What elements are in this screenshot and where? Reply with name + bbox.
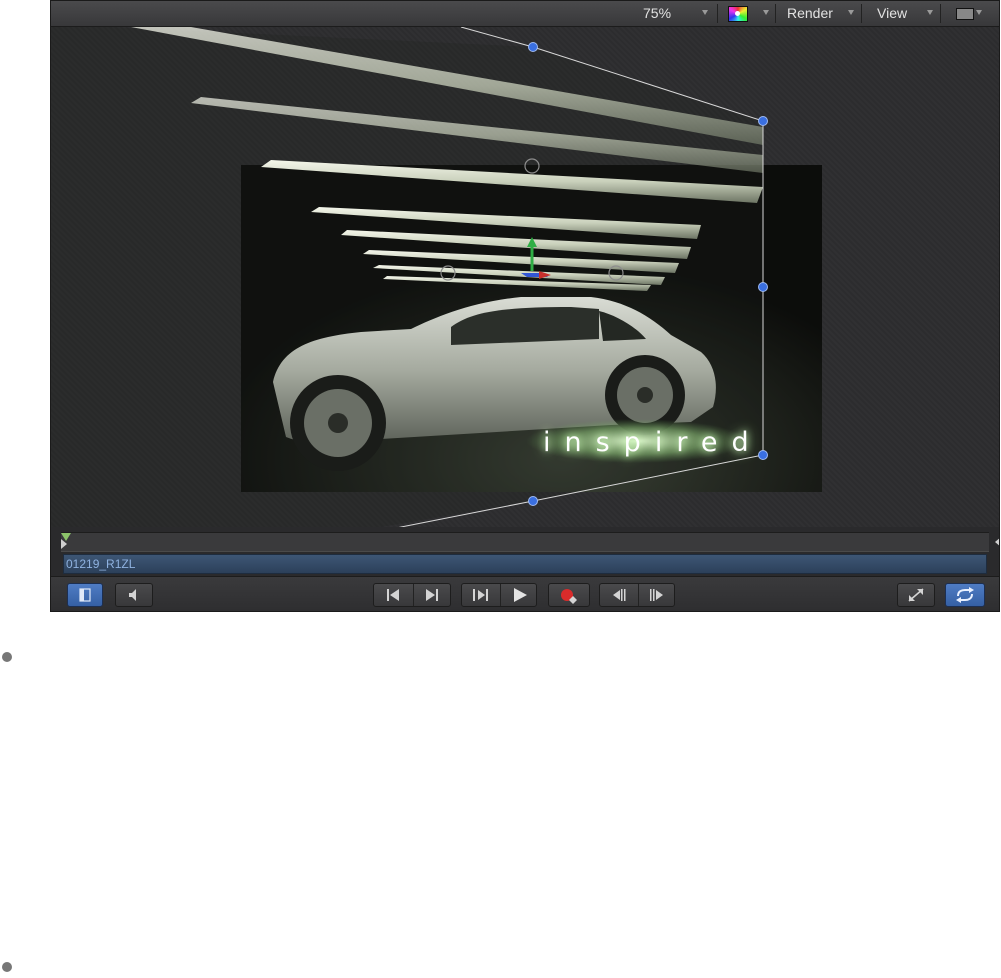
canvas-area[interactable]: inspired bbox=[51, 27, 999, 527]
transport-controls bbox=[51, 576, 999, 611]
play-from-start-icon bbox=[473, 589, 488, 601]
record-button[interactable] bbox=[548, 583, 590, 607]
play-range-start-icon[interactable] bbox=[61, 539, 67, 549]
zoom-menu[interactable]: 75% bbox=[643, 1, 671, 26]
canvas-artwork bbox=[51, 27, 822, 527]
render-label: Render bbox=[787, 5, 833, 21]
go-to-end-icon bbox=[426, 589, 438, 601]
previous-frame-icon bbox=[613, 589, 626, 601]
overlay-text[interactable]: inspired bbox=[543, 427, 763, 458]
play-from-start-button[interactable] bbox=[462, 584, 499, 606]
color-channels-menu[interactable] bbox=[727, 1, 749, 26]
channels-chevron-down-icon[interactable] bbox=[763, 10, 769, 15]
goto-group bbox=[373, 583, 451, 607]
layers-panel-icon bbox=[79, 588, 91, 602]
frame-step-group bbox=[599, 583, 675, 607]
previous-frame-button[interactable] bbox=[600, 584, 637, 606]
loop-button[interactable] bbox=[945, 583, 985, 607]
play-icon bbox=[514, 588, 527, 602]
view-menu[interactable]: View bbox=[877, 1, 907, 26]
play-range-end-icon[interactable] bbox=[995, 537, 999, 547]
play-button[interactable] bbox=[500, 584, 538, 606]
view-chevron-down-icon[interactable] bbox=[927, 10, 933, 15]
clip-name: 01219_R1ZL bbox=[66, 557, 136, 571]
clip-bar[interactable]: 01219_R1ZL bbox=[63, 554, 987, 574]
next-frame-button[interactable] bbox=[638, 584, 676, 606]
viewer-toolbar: 75% Render View bbox=[51, 1, 999, 27]
mini-timeline[interactable] bbox=[61, 532, 999, 552]
fullscreen-button[interactable] bbox=[897, 583, 935, 607]
canvas-viewer: 75% Render View inspired 01219_R1ZL bbox=[50, 0, 1000, 612]
bullet-marker bbox=[2, 962, 12, 972]
zoom-level: 75% bbox=[643, 5, 672, 21]
speaker-icon bbox=[129, 589, 136, 601]
layers-panel-button[interactable] bbox=[67, 583, 103, 607]
play-group bbox=[461, 583, 537, 607]
view-label: View bbox=[877, 5, 908, 21]
render-chevron-down-icon[interactable] bbox=[848, 10, 854, 15]
fullscreen-icon bbox=[908, 588, 924, 602]
go-to-start-icon bbox=[387, 589, 399, 601]
record-icon bbox=[561, 589, 577, 604]
loop-icon bbox=[956, 587, 974, 603]
bullet-marker bbox=[2, 652, 12, 662]
audio-button[interactable] bbox=[115, 583, 153, 607]
go-to-start-button[interactable] bbox=[374, 584, 412, 606]
go-to-end-button[interactable] bbox=[413, 584, 452, 606]
color-channels-icon bbox=[728, 6, 748, 22]
next-frame-icon bbox=[650, 589, 663, 601]
layout-chevron-down-icon[interactable] bbox=[976, 10, 982, 15]
render-menu[interactable]: Render bbox=[787, 1, 833, 26]
window-layout-icon bbox=[956, 8, 974, 20]
zoom-chevron-down-icon[interactable] bbox=[702, 10, 708, 15]
